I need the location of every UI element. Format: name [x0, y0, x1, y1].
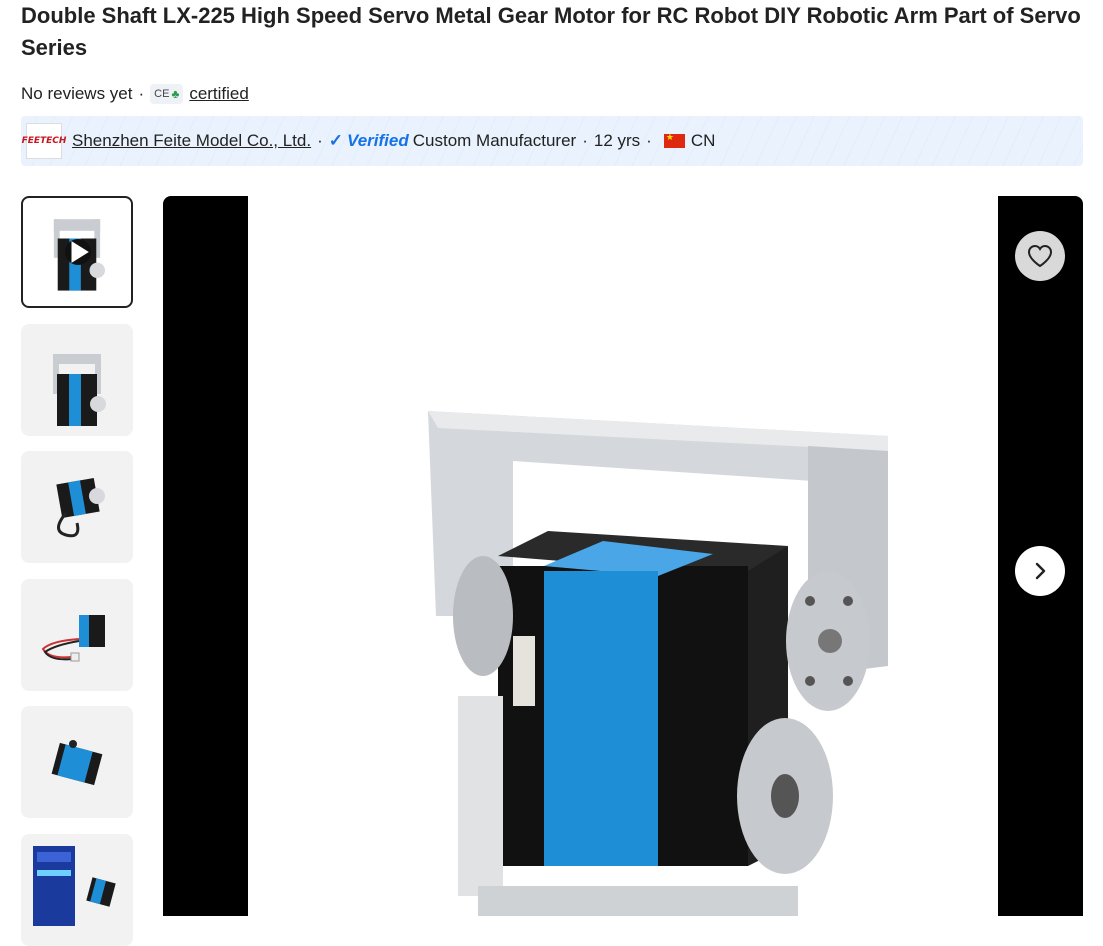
supplier-name-link[interactable]: Shenzhen Feite Model Co., Ltd. — [72, 131, 311, 151]
supplier-bar: FEETECH Shenzhen Feite Model Co., Ltd. ·… — [21, 116, 1083, 166]
thumbnail-cable-front[interactable] — [21, 579, 133, 691]
next-image-button[interactable] — [1015, 546, 1065, 596]
separator: · — [317, 131, 323, 150]
main-image-viewer[interactable] — [163, 196, 1083, 916]
package-image — [33, 846, 116, 926]
favorite-button[interactable] — [1015, 231, 1065, 281]
ce-certification-badge: CE ♣ — [150, 84, 184, 104]
supplier-logo-text: FEETECH — [21, 136, 67, 146]
reviews-row: No reviews yet · CE ♣ certified — [21, 82, 249, 106]
heart-icon — [1027, 244, 1053, 268]
chevron-right-icon — [1035, 562, 1046, 580]
servo-main-image — [428, 411, 888, 916]
verified-check-icon: ✓ — [328, 131, 344, 150]
thumbnail-video[interactable] — [21, 196, 133, 308]
thumbnail-cable-side[interactable] — [21, 451, 133, 563]
play-icon[interactable] — [65, 239, 91, 265]
certified-link[interactable]: certified — [189, 84, 249, 104]
supplier-country: CN — [690, 131, 716, 150]
product-title: Double Shaft LX-225 High Speed Servo Met… — [21, 3, 1081, 60]
servo-image — [51, 740, 103, 786]
thumbnail-package[interactable] — [21, 834, 133, 946]
china-flag-icon — [663, 132, 685, 148]
thumbnail-front[interactable] — [21, 324, 133, 436]
leaf-icon: ♣ — [171, 87, 180, 101]
verified-badge: Verified — [347, 131, 409, 150]
main-product-image[interactable] — [248, 196, 998, 916]
separator: · — [138, 84, 145, 103]
servo-image — [41, 615, 105, 662]
reviews-text: No reviews yet — [21, 84, 133, 103]
separator: · — [582, 131, 588, 150]
servo-image — [53, 354, 106, 426]
supplier-years: 12 yrs — [593, 131, 641, 150]
thumbnail-servo-only[interactable] — [21, 706, 133, 818]
separator: · — [646, 131, 652, 150]
supplier-type: Custom Manufacturer — [412, 131, 577, 150]
servo-image — [56, 477, 105, 538]
supplier-logo[interactable]: FEETECH — [22, 123, 66, 159]
ce-mark: CE — [154, 88, 170, 100]
